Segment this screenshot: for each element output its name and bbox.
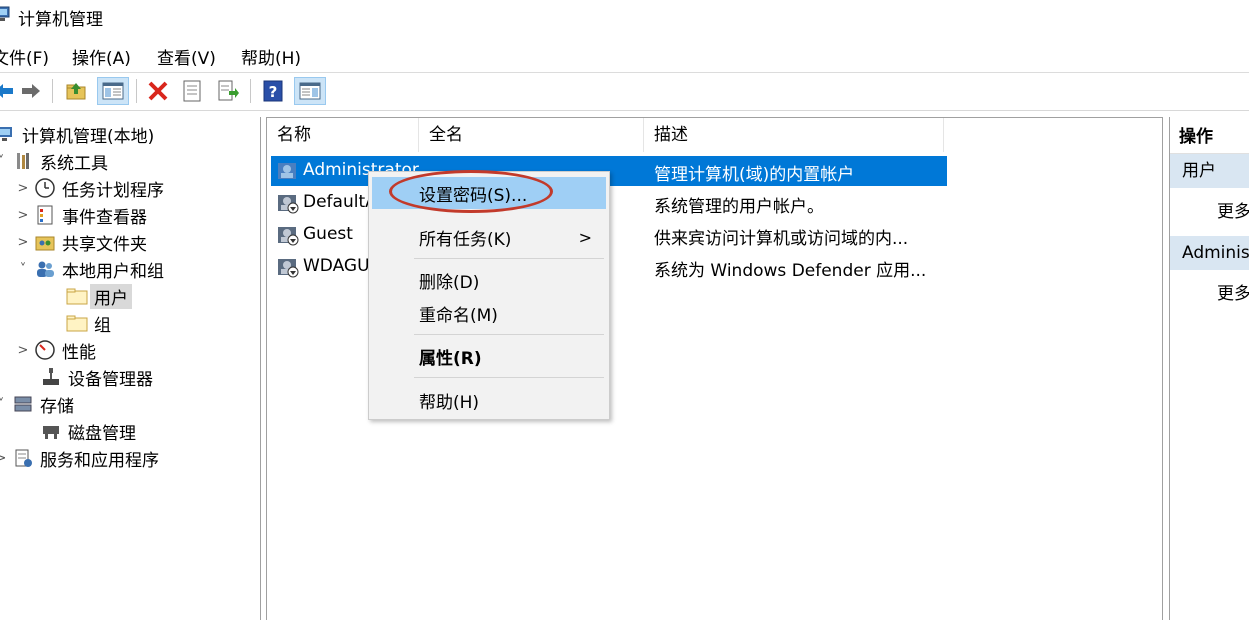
tree-item-performance[interactable]: > 性能 <box>16 337 96 363</box>
menu-view[interactable]: 查看(V) <box>157 44 216 69</box>
menu-item-rename[interactable]: 重命名(M) <box>372 297 606 329</box>
menu-item-all-tasks[interactable]: 所有任务(K) > <box>372 221 606 253</box>
performance-icon <box>34 339 56 361</box>
actions-more-link[interactable]: 更多 <box>1217 197 1249 222</box>
delete-icon[interactable] <box>144 77 172 105</box>
menu-item-properties[interactable]: 属性(R) <box>372 340 606 372</box>
services-icon <box>12 447 34 469</box>
tree-item-system-tools[interactable]: ˅ 系统工具 <box>0 148 108 174</box>
tree-item-disk-management[interactable]: 磁盘管理 <box>40 418 136 444</box>
menu-item-delete[interactable]: 删除(D) <box>372 264 606 296</box>
chevron-right-icon[interactable]: > <box>0 451 8 466</box>
toolbar-divider <box>0 110 1249 111</box>
properties-icon[interactable] <box>178 77 206 105</box>
chevron-down-icon[interactable]: ˅ <box>16 262 30 277</box>
event-viewer-icon <box>34 204 56 226</box>
forward-arrow-icon[interactable] <box>17 77 45 105</box>
storage-icon <box>12 393 34 415</box>
actions-section-users[interactable]: 用户 <box>1170 154 1249 188</box>
user-icon <box>278 163 296 179</box>
navigation-tree: 计算机管理(本地) ˅ 系统工具 > 任务计划程序 > 事件查看器 > 共享文件… <box>0 117 261 620</box>
computer-management-icon <box>0 6 10 21</box>
toolbar-separator <box>250 79 251 103</box>
menu-separator <box>414 377 604 378</box>
up-folder-icon[interactable] <box>62 77 90 105</box>
show-action-pane-icon[interactable] <box>294 77 326 105</box>
menu-bar: 文件(F) 操作(A) 查看(V) 帮助(H) <box>0 40 1249 70</box>
tree-item-local-users-groups[interactable]: ˅ 本地用户和组 <box>16 256 164 282</box>
shared-folder-icon <box>34 231 56 253</box>
folder-icon <box>66 312 88 334</box>
menu-item-help[interactable]: 帮助(H) <box>372 384 606 416</box>
chevron-down-icon[interactable]: ˅ <box>0 397 8 412</box>
column-header-description[interactable]: 描述 <box>644 118 944 152</box>
chevron-right-icon[interactable]: > <box>16 235 30 250</box>
svg-text:?: ? <box>269 83 278 101</box>
chevron-down-icon[interactable]: ˅ <box>0 154 8 169</box>
menu-separator <box>414 334 604 335</box>
device-manager-icon <box>40 366 62 388</box>
actions-section-administrator[interactable]: Administ <box>1170 236 1249 270</box>
help-icon[interactable]: ? <box>259 77 287 105</box>
clock-icon <box>34 177 56 199</box>
tree-item-storage[interactable]: ˅ 存储 <box>0 391 74 417</box>
submenu-arrow-icon: > <box>578 227 592 247</box>
toolbar-separator <box>52 79 53 103</box>
folder-icon <box>66 285 88 307</box>
computer-management-icon <box>0 123 16 145</box>
menu-help[interactable]: 帮助(H) <box>241 44 301 69</box>
chevron-right-icon[interactable]: > <box>16 208 30 223</box>
toolbar: ? <box>0 73 1249 109</box>
system-tools-icon <box>12 150 34 172</box>
tree-item-device-manager[interactable]: 设备管理器 <box>40 364 153 390</box>
tree-item-task-scheduler[interactable]: > 任务计划程序 <box>16 175 164 201</box>
menu-file[interactable]: 文件(F) <box>0 44 49 69</box>
export-list-icon[interactable] <box>214 77 242 105</box>
users-group-icon <box>34 258 56 280</box>
toolbar-separator <box>136 79 137 103</box>
show-hide-tree-icon[interactable] <box>97 77 129 105</box>
title-bar: 计算机管理 <box>0 0 1249 34</box>
menu-action[interactable]: 操作(A) <box>72 44 131 69</box>
window-title: 计算机管理 <box>18 10 103 30</box>
disabled-user-icon <box>278 195 299 214</box>
chevron-right-icon[interactable]: > <box>16 343 30 358</box>
column-header-name[interactable]: 名称 <box>267 118 419 152</box>
tree-item-groups[interactable]: 组 <box>66 310 111 336</box>
actions-pane: 操作 用户 更多 Administ 更多 <box>1169 117 1249 620</box>
column-header-fullname[interactable]: 全名 <box>419 118 644 152</box>
tree-item-services-applications[interactable]: > 服务和应用程序 <box>0 445 159 471</box>
disabled-user-icon <box>278 227 299 246</box>
tree-item-event-viewer[interactable]: > 事件查看器 <box>16 202 147 228</box>
back-arrow-icon[interactable] <box>0 77 18 105</box>
actions-more-link[interactable]: 更多 <box>1217 279 1249 304</box>
menu-separator <box>414 258 604 259</box>
chevron-right-icon[interactable]: > <box>16 181 30 196</box>
tree-item-computer-management[interactable]: 计算机管理(本地) <box>0 121 154 147</box>
disabled-user-icon <box>278 259 299 278</box>
tree-item-users[interactable]: 用户 <box>66 283 132 309</box>
disk-management-icon <box>40 420 62 442</box>
actions-header: 操作 <box>1170 120 1249 154</box>
annotation-highlight-oval <box>389 170 553 213</box>
tree-item-shared-folders[interactable]: > 共享文件夹 <box>16 229 147 255</box>
